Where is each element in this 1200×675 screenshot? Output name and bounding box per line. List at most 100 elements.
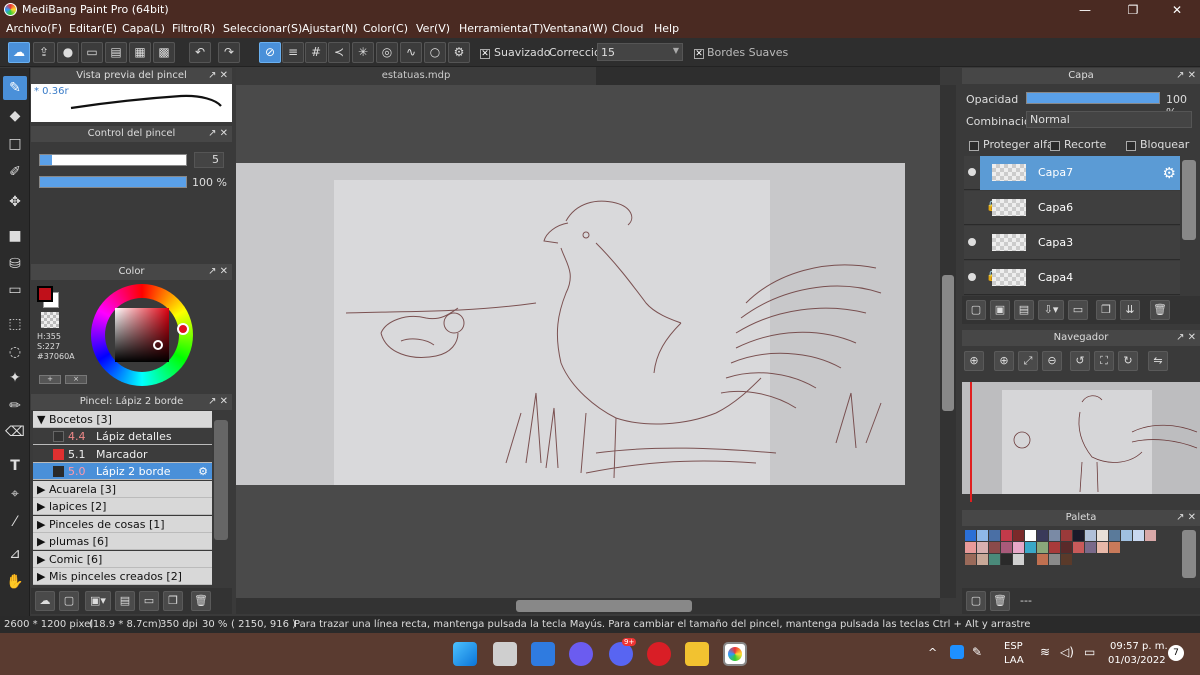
select-eraser-tool-icon[interactable]: ⌫: [3, 420, 27, 444]
divide-tool-icon[interactable]: ⁄: [3, 510, 27, 534]
menu-archivo[interactable]: Archivo(F): [6, 22, 62, 35]
lasso-tool-icon[interactable]: ◌: [3, 340, 27, 364]
duplicate-layer-icon[interactable]: ❐: [1096, 300, 1116, 320]
eyedropper-tool-icon[interactable]: ⊿: [3, 542, 27, 566]
chevron-up-icon[interactable]: ^: [928, 646, 937, 659]
palette-scrollbar[interactable]: [1182, 530, 1196, 578]
lang-primary[interactable]: ESP: [1004, 641, 1023, 652]
new-palette-icon[interactable]: ▢: [966, 591, 986, 611]
battery-icon[interactable]: ▭: [1084, 645, 1095, 659]
visibility-icon[interactable]: [968, 238, 976, 246]
snap-settings-icon[interactable]: ⚙: [448, 42, 470, 63]
transparent-color-swatch[interactable]: [41, 312, 59, 328]
snap-grid-icon[interactable]: #: [305, 42, 327, 63]
lock-checkbox[interactable]: [1126, 139, 1136, 152]
menu-editar[interactable]: Editar(E): [69, 22, 117, 35]
palette-swatch[interactable]: [1073, 530, 1084, 541]
windows-start-icon[interactable]: [453, 642, 477, 666]
palette-swatch[interactable]: [1013, 530, 1024, 541]
zoom-in-alt-icon[interactable]: ⊕: [994, 351, 1014, 371]
palette-swatch[interactable]: [1037, 554, 1048, 565]
brush-item-lapiz-2-borde[interactable]: 5.0 Lápiz 2 borde ⚙: [33, 463, 212, 480]
document-tab[interactable]: estatuas.mdp: [236, 67, 596, 85]
tray-pen-icon[interactable]: ✎: [972, 645, 982, 659]
palette-swatch[interactable]: [965, 530, 976, 541]
palette-swatch[interactable]: [965, 542, 976, 553]
trash-icon[interactable]: 🗑: [191, 591, 211, 611]
layer-row-capa6[interactable]: 🔒 Capa6: [964, 191, 1180, 225]
palette-swatch[interactable]: [1037, 542, 1048, 553]
brush-group-mis-pinceles[interactable]: ▶ Mis pinceles creados [2]: [33, 568, 212, 585]
fit-icon[interactable]: ⤢: [1018, 351, 1038, 371]
new-8bit-layer-icon[interactable]: ▤: [1014, 300, 1034, 320]
merge-layer-icon[interactable]: ⇊: [1120, 300, 1140, 320]
brush-group-bocetos[interactable]: ▼ Bocetos [3]: [33, 411, 212, 428]
correction-select[interactable]: 15 ▼: [597, 43, 683, 61]
palette-swatch[interactable]: [989, 554, 1000, 565]
menu-filtro[interactable]: Filtro(R): [172, 22, 215, 35]
gradient-tool-icon[interactable]: ▭: [3, 278, 27, 302]
chat-icon[interactable]: ▭: [81, 42, 103, 63]
snap-ellipse-icon[interactable]: ○: [424, 42, 446, 63]
palette-swatch[interactable]: [1049, 542, 1060, 553]
canvas-area[interactable]: [236, 85, 940, 598]
clip-checkbox[interactable]: [1050, 139, 1060, 152]
lang-secondary[interactable]: LAA: [1004, 655, 1024, 666]
flip-icon[interactable]: ⇋: [1148, 351, 1168, 371]
palette-swatch[interactable]: [1025, 554, 1036, 565]
palette-swatch[interactable]: [1049, 554, 1060, 565]
brush-settings-icon[interactable]: ▤: [115, 591, 135, 611]
layer-row-capa7[interactable]: Capa7 ⚙: [964, 156, 1180, 190]
rotate-right-icon[interactable]: ↻: [1118, 351, 1138, 371]
palette-swatch[interactable]: [965, 554, 976, 565]
snap-circle-icon[interactable]: ◎: [376, 42, 398, 63]
brush-size-field[interactable]: 5: [194, 152, 224, 168]
page-manage-icon[interactable]: ▦: [129, 42, 151, 63]
protect-alpha-checkbox[interactable]: [969, 139, 979, 152]
gear-icon[interactable]: ⚙: [198, 463, 208, 480]
teams-chat-icon[interactable]: [569, 642, 593, 666]
menu-help[interactable]: Help: [654, 22, 679, 35]
remove-color-button[interactable]: ×: [65, 375, 87, 384]
volume-icon[interactable]: ◁): [1060, 645, 1074, 659]
sv-cursor[interactable]: [153, 340, 163, 350]
add-brush-menu-icon[interactable]: ▣▾: [85, 591, 111, 611]
zoom-out-icon[interactable]: ⊖: [1042, 351, 1062, 371]
menu-herramienta[interactable]: Herramienta(T): [459, 22, 544, 35]
visibility-icon[interactable]: [968, 273, 976, 281]
palette-swatch[interactable]: [977, 542, 988, 553]
opera-icon[interactable]: [647, 642, 671, 666]
snap-perspective-icon[interactable]: ≺: [328, 42, 350, 63]
select-tool-icon[interactable]: ⬚: [3, 312, 27, 336]
layer-row-capa4[interactable]: 🔒 Capa4: [964, 261, 1180, 295]
widgets-icon[interactable]: [531, 642, 555, 666]
grid-icon[interactable]: ▩: [153, 42, 175, 63]
trash-icon[interactable]: 🗑: [990, 591, 1010, 611]
operation-tool-icon[interactable]: ⌖: [3, 482, 27, 506]
layers-scrollbar[interactable]: [1182, 160, 1196, 240]
redo-icon[interactable]: ↷: [218, 42, 240, 63]
fullscreen-icon[interactable]: ⛶: [1094, 351, 1114, 371]
rectangle-tool-icon[interactable]: □: [3, 132, 27, 156]
palette-swatch[interactable]: [1085, 530, 1096, 541]
fill-rect-tool-icon[interactable]: ■: [3, 224, 27, 248]
palette-swatch[interactable]: [1085, 542, 1096, 553]
palette-swatch[interactable]: [1097, 542, 1108, 553]
gear-icon[interactable]: ⚙: [1163, 164, 1176, 182]
palette-swatch[interactable]: [1061, 542, 1072, 553]
magic-wand-tool-icon[interactable]: ✦: [3, 366, 27, 390]
new-halftone-layer-icon[interactable]: ▣: [990, 300, 1010, 320]
saturation-value-square[interactable]: [115, 308, 169, 362]
panel-close-icon[interactable]: ↗ ✕: [1176, 330, 1196, 346]
snap-parallel-icon[interactable]: ≡: [282, 42, 304, 63]
medibang-taskbar-icon[interactable]: [723, 642, 747, 666]
task-view-icon[interactable]: [493, 642, 517, 666]
brush-group-lapices[interactable]: ▶ lapices [2]: [33, 498, 212, 515]
panel-close-icon[interactable]: ↗ ✕: [208, 394, 228, 410]
move-tool-icon[interactable]: ✥: [3, 190, 27, 214]
cloud-download-icon[interactable]: ☁: [35, 591, 55, 611]
menu-seleccionar[interactable]: Seleccionar(S): [223, 22, 302, 35]
clock-time[interactable]: 09:57 p. m.: [1110, 641, 1168, 652]
brush-group-plumas[interactable]: ▶ plumas [6]: [33, 533, 212, 550]
palette-swatch[interactable]: [1049, 530, 1060, 541]
